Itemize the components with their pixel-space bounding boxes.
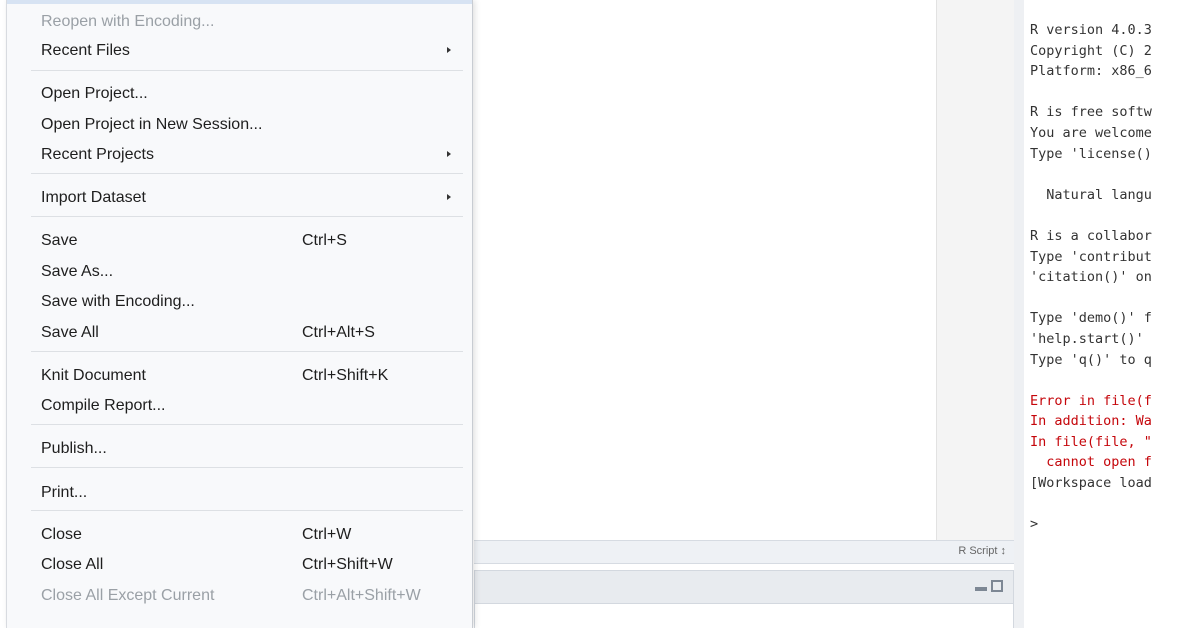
menu-separator	[31, 216, 463, 217]
menu-item-label: Recent Files	[41, 42, 130, 59]
menu-item-save[interactable]: Save Ctrl+S	[7, 227, 472, 255]
console-error-line: In file(file, "	[1030, 433, 1152, 450]
menu-item-publish[interactable]: Publish...	[7, 435, 472, 463]
menu-item-compile-report[interactable]: Compile Report...	[7, 392, 472, 420]
console-line: R is a collabor	[1030, 227, 1152, 244]
menu-item-reopen-with-encoding: Reopen with Encoding...	[7, 8, 472, 36]
menu-item-save-as[interactable]: Save As...	[7, 258, 472, 286]
menu-highlight-edge	[7, 0, 472, 4]
menu-item-recent-files[interactable]: Recent Files	[7, 37, 472, 65]
menu-separator	[31, 70, 463, 71]
menu-item-label: Print...	[41, 484, 88, 501]
menu-item-label: Close	[41, 526, 82, 543]
console-line: Type 'contribut	[1030, 248, 1152, 265]
submenu-arrow-icon	[447, 47, 451, 53]
menu-item-shortcut: Ctrl+Shift+W	[302, 556, 393, 573]
submenu-arrow-icon	[447, 194, 451, 200]
console-line: Platform: x86_6	[1030, 63, 1152, 80]
menu-item-label: Open Project...	[41, 85, 148, 102]
menu-item-shortcut: Ctrl+Alt+S	[302, 324, 375, 341]
console-line: R is free softw	[1030, 104, 1152, 121]
console-line: Type 'license()	[1030, 145, 1152, 162]
menu-item-shortcut: Ctrl+Alt+Shift+W	[302, 587, 421, 604]
menu-separator	[31, 351, 463, 352]
console-pane[interactable]: R version 4.0.3 Copyright (C) 2 Platform: …	[1024, 0, 1196, 628]
menu-item-label: Compile Report...	[41, 397, 166, 414]
menu-item-save-with-encoding[interactable]: Save with Encoding...	[7, 288, 472, 316]
menu-item-label: Publish...	[41, 440, 107, 457]
menu-item-print[interactable]: Print...	[7, 479, 472, 507]
menu-item-close-all[interactable]: Close All Ctrl+Shift+W	[7, 551, 472, 579]
console-error-line: In addition: Wa	[1030, 413, 1152, 430]
menu-item-label: Recent Projects	[41, 146, 154, 163]
file-menu: Reopen with Encoding... Recent Files Open …	[6, 0, 473, 628]
menu-item-recent-projects[interactable]: Recent Projects	[7, 141, 472, 169]
console-line: You are welcome	[1030, 124, 1152, 141]
menu-item-label: Save All	[41, 324, 99, 341]
menu-item-save-all[interactable]: Save All Ctrl+Alt+S	[7, 319, 472, 347]
menu-item-knit-document[interactable]: Knit Document Ctrl+Shift+K	[7, 362, 472, 390]
console-line: [Workspace load	[1030, 475, 1152, 492]
console-line: R version 4.0.3	[1030, 22, 1152, 38]
bottom-pane-header	[474, 570, 1014, 604]
menu-item-label: Save with Encoding...	[41, 293, 195, 310]
menu-item-import-dataset[interactable]: Import Dataset	[7, 184, 472, 212]
menu-item-close-all-except-current: Close All Except Current Ctrl+Alt+Shift+W	[7, 582, 472, 610]
menu-item-label: Knit Document	[41, 367, 146, 384]
menu-item-label: Reopen with Encoding...	[41, 13, 215, 30]
menu-item-shortcut: Ctrl+Shift+K	[302, 367, 389, 384]
menu-item-open-project-in-new-session[interactable]: Open Project in New Session...	[7, 111, 472, 139]
source-editor[interactable]	[474, 0, 936, 540]
menu-item-close[interactable]: Close Ctrl+W	[7, 521, 472, 549]
menu-item-shortcut: Ctrl+W	[302, 526, 352, 543]
script-type-selector[interactable]: R Script ↕	[958, 545, 1006, 557]
menu-separator	[31, 424, 463, 425]
menu-item-shortcut: Ctrl+S	[302, 232, 347, 249]
console-error-line: cannot open f	[1030, 454, 1152, 471]
console-line: Type 'demo()' f	[1030, 310, 1152, 327]
pane-controls	[975, 580, 1003, 592]
menu-item-label: Close All Except Current	[41, 587, 215, 604]
console-line: >	[1030, 516, 1039, 533]
menu-separator	[31, 467, 463, 468]
menu-item-label: Save As...	[41, 263, 114, 280]
menu-item-label: Import Dataset	[41, 189, 146, 206]
console-line: 'help.start()'	[1030, 330, 1144, 347]
menu-item-label: Close All	[41, 556, 104, 573]
pane-splitter[interactable]	[1014, 0, 1024, 628]
editor-status-bar: R Script ↕	[474, 540, 1014, 564]
menu-item-label: Save	[41, 232, 78, 249]
menu-item-open-project[interactable]: Open Project...	[7, 80, 472, 108]
minimize-icon[interactable]	[975, 587, 987, 591]
console-line: Natural langu	[1030, 186, 1152, 203]
menu-separator	[31, 510, 463, 511]
menu-item-label: Open Project in New Session...	[41, 116, 263, 133]
console-line: Type 'q()' to q	[1030, 351, 1152, 368]
console-error-line: Error in file(f	[1030, 392, 1152, 409]
console-output: R version 4.0.3 Copyright (C) 2 Platform: …	[1030, 20, 1196, 535]
submenu-arrow-icon	[447, 151, 451, 157]
editor-side-area	[936, 0, 1015, 540]
maximize-icon[interactable]	[991, 580, 1003, 592]
bottom-pane	[474, 604, 1014, 628]
console-line: 'citation()' on	[1030, 269, 1152, 286]
menu-separator	[31, 173, 463, 174]
console-line: Copyright (C) 2	[1030, 42, 1152, 59]
